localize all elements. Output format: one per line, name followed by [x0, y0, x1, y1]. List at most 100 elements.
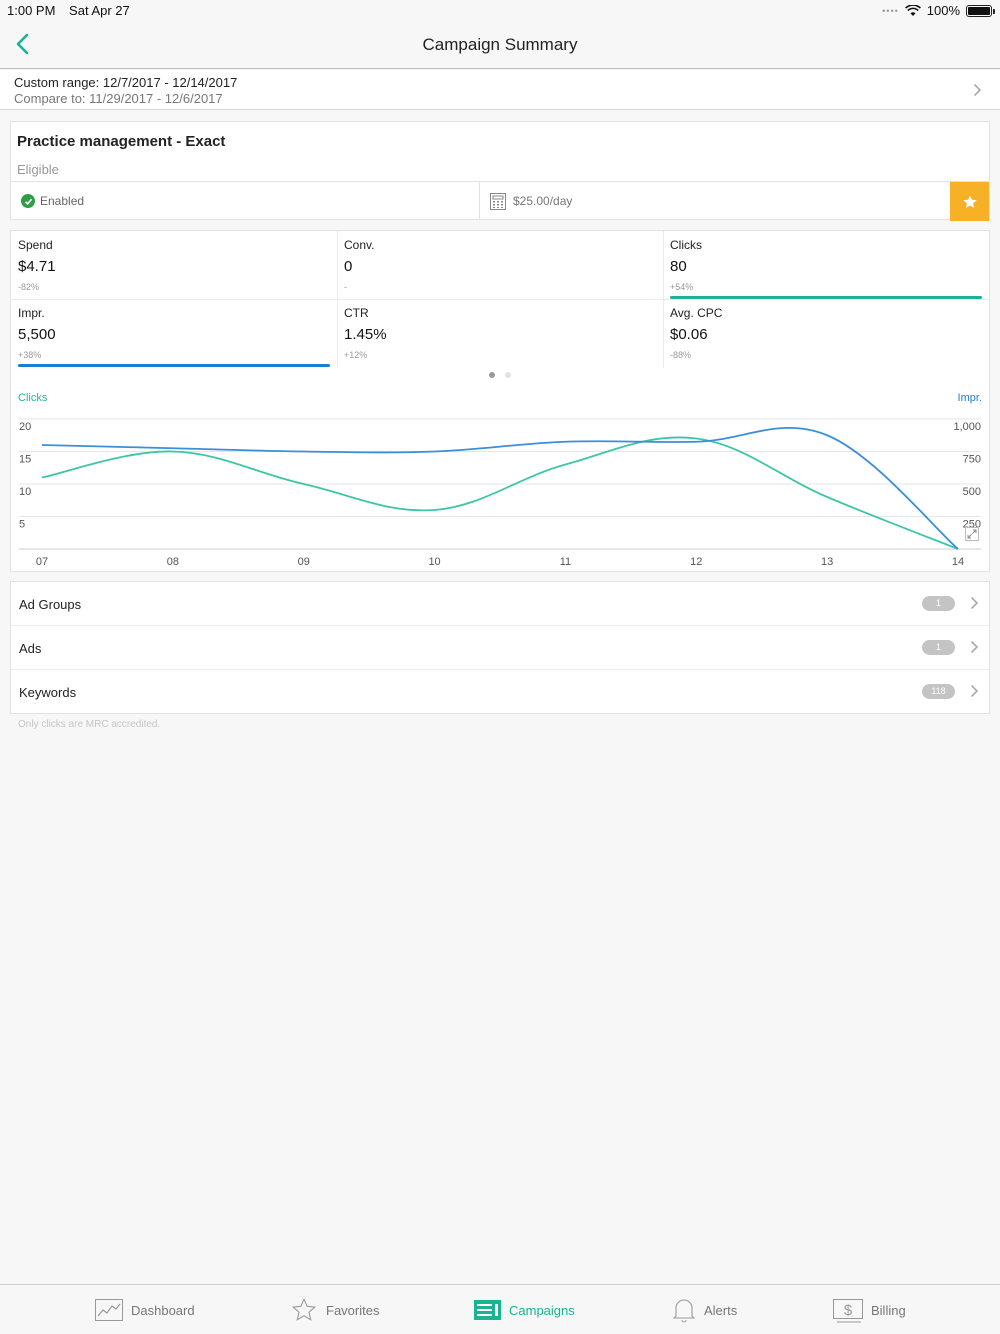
- chart-series-impr: [41, 427, 959, 550]
- list-item-label: Ads: [19, 641, 42, 656]
- metric-value: $0.06: [670, 326, 708, 343]
- metric-label: Conv.: [344, 238, 375, 252]
- metric-conversions[interactable]: Conv. 0 -: [337, 231, 663, 299]
- navigation-list: Ad Groups 1 Ads 1 Keywords 118: [10, 581, 990, 714]
- list-item-label: Keywords: [19, 685, 77, 700]
- chart-left-tick-label: 5: [19, 519, 25, 531]
- budget-label: $25.00/day: [513, 194, 573, 208]
- metric-impressions[interactable]: Impr. 5,500 +38%: [11, 299, 337, 367]
- metric-label: Impr.: [18, 306, 45, 320]
- chart-right-tick-label: 1,000: [953, 421, 981, 433]
- page-dot-2[interactable]: [505, 372, 511, 378]
- metric-delta: +54%: [670, 282, 694, 292]
- metric-delta: +12%: [344, 350, 368, 360]
- chart-series-clicks: [41, 436, 959, 550]
- list-item-label: Ad Groups: [19, 597, 82, 612]
- chart-right-tick-label: 500: [963, 486, 981, 498]
- checkmark-icon: [21, 194, 35, 208]
- campaign-serving-status: Eligible: [17, 162, 59, 177]
- chart-left-tick-label: 15: [19, 454, 31, 466]
- metrics-page-indicator: [11, 372, 989, 378]
- chart-x-tick-label: 11: [560, 556, 571, 568]
- metric-value: 0: [344, 258, 353, 275]
- metric-value: 1.45%: [344, 326, 387, 343]
- chevron-right-icon: [970, 596, 979, 610]
- status-bar: 1:00 PM Sat Apr 27 •••• 100%: [0, 0, 1000, 20]
- metric-clicks[interactable]: Clicks 80 +54%: [663, 231, 989, 299]
- list-item-keywords[interactable]: Keywords 118: [11, 670, 989, 714]
- tab-label: Billing: [871, 1302, 906, 1318]
- tab-billing[interactable]: $ Billing: [833, 1285, 906, 1334]
- tab-label: Dashboard: [131, 1302, 195, 1318]
- status-time: 1:00 PM: [7, 3, 56, 18]
- tab-favorites[interactable]: Favorites: [290, 1285, 379, 1334]
- tab-label: Favorites: [326, 1302, 380, 1318]
- count-badge: 1: [922, 640, 955, 655]
- expand-chart-button[interactable]: [965, 527, 979, 541]
- expand-icon: [967, 529, 977, 539]
- page-dot-1[interactable]: [489, 372, 495, 378]
- metrics-card: Spend $4.71 -82% Conv. 0 - Clicks 80 +54…: [10, 230, 990, 572]
- metric-value: 5,500: [18, 326, 56, 343]
- battery-icon: [966, 4, 995, 17]
- page-title: Campaign Summary: [422, 35, 578, 54]
- chart-x-tick-label: 12: [690, 556, 702, 568]
- compare-range-text: Compare to: 11/29/2017 - 12/6/2017: [14, 91, 223, 106]
- battery-percent: 100%: [926, 3, 960, 18]
- budget-editor[interactable]: $25.00/day: [481, 182, 951, 220]
- count-badge: 1: [922, 596, 955, 611]
- chart-icon: [95, 1299, 123, 1321]
- tab-dashboard[interactable]: Dashboard: [95, 1285, 195, 1334]
- custom-range-text: Custom range: 12/7/2017 - 12/14/2017: [14, 75, 238, 90]
- metric-delta: -88%: [670, 350, 692, 360]
- chevron-right-icon: [970, 684, 979, 698]
- status-right: •••• 100%: [882, 3, 995, 18]
- billing-icon: $: [833, 1299, 863, 1323]
- chevron-right-icon: [973, 83, 982, 97]
- metric-delta: +38%: [18, 350, 42, 360]
- campaign-controls: Enabled $25.00/day: [11, 181, 989, 221]
- calculator-icon: [490, 192, 506, 210]
- date-range-selector[interactable]: Custom range: 12/7/2017 - 12/14/2017 Com…: [0, 70, 1000, 110]
- status-date: Sat Apr 27: [69, 3, 130, 18]
- chart-x-tick-label: 13: [821, 556, 833, 568]
- metric-label: Avg. CPC: [670, 306, 723, 320]
- campaign-card: Practice management - Exact Eligible Ena…: [10, 121, 990, 221]
- metric-spend[interactable]: Spend $4.71 -82%: [11, 231, 337, 299]
- star-outline-icon: [291, 1297, 317, 1321]
- tab-label: Campaigns: [509, 1302, 575, 1318]
- wifi-icon: [904, 4, 921, 16]
- chart-x-tick-label: 14: [952, 556, 964, 568]
- tab-alerts[interactable]: Alerts: [672, 1285, 737, 1334]
- star-icon: [962, 194, 977, 208]
- tab-label: Alerts: [704, 1302, 738, 1318]
- campaign-state-toggle[interactable]: Enabled: [11, 182, 480, 220]
- chart-x-tick-label: 10: [428, 556, 440, 568]
- favorite-button[interactable]: [950, 182, 989, 221]
- nav-bar: Campaign Summary: [0, 20, 1000, 69]
- metric-label: CTR: [344, 306, 369, 320]
- metric-ctr[interactable]: CTR 1.45% +12%: [337, 299, 663, 367]
- metric-value: 80: [670, 258, 687, 275]
- tab-bar: Dashboard Favorites Campaigns Alerts $ B…: [0, 1284, 1000, 1334]
- footnote: Only clicks are MRC accredited.: [18, 719, 161, 730]
- metric-avg-cpc[interactable]: Avg. CPC $0.06 -88%: [663, 299, 989, 367]
- chart-left-tick-label: 10: [19, 486, 31, 498]
- chart-x-tick-label: 07: [36, 556, 48, 568]
- chart-right-tick-label: 750: [963, 454, 981, 466]
- signal-icon: ••••: [882, 5, 899, 16]
- bell-icon: [672, 1299, 696, 1323]
- metric-value: $4.71: [18, 258, 56, 275]
- chart-left-tick-label: 20: [19, 421, 31, 433]
- campaign-state-label: Enabled: [40, 194, 85, 208]
- chart-right-axis-label: Impr.: [957, 392, 982, 404]
- chart-x-tick-label: 09: [298, 556, 310, 568]
- count-badge: 118: [922, 684, 955, 699]
- metric-label: Clicks: [670, 238, 702, 252]
- chart-x-tick-label: 08: [167, 556, 179, 568]
- tab-campaigns[interactable]: Campaigns: [474, 1285, 575, 1334]
- campaign-name: Practice management - Exact: [17, 133, 226, 150]
- status-left: 1:00 PM Sat Apr 27: [7, 3, 130, 18]
- list-item-ad-groups[interactable]: Ad Groups 1: [11, 582, 989, 626]
- list-item-ads[interactable]: Ads 1: [11, 626, 989, 670]
